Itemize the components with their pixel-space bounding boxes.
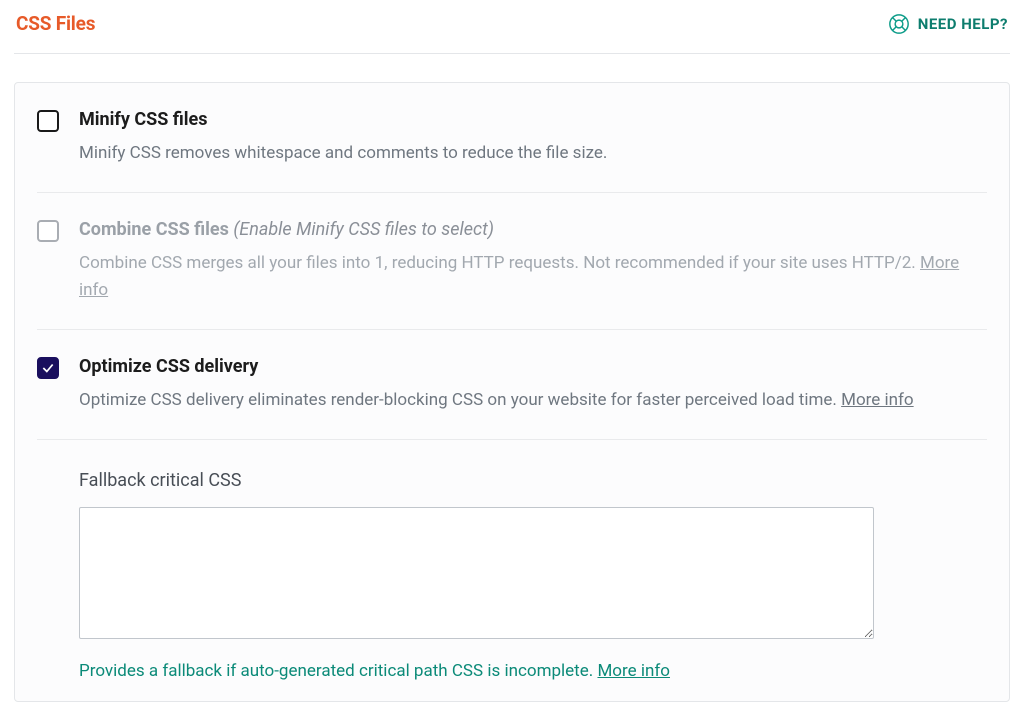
option-minify-css: Minify CSS files Minify CSS removes whit…: [37, 109, 987, 193]
option-description: Combine CSS merges all your files into 1…: [79, 250, 987, 303]
option-body: Optimize CSS delivery Optimize CSS deliv…: [79, 356, 987, 413]
checkmark-icon: [41, 361, 55, 375]
option-title-text: Combine CSS files: [79, 219, 229, 240]
option-description-text: Combine CSS merges all your files into 1…: [79, 253, 916, 273]
need-help-label: NEED HELP?: [918, 15, 1008, 33]
fallback-critical-css-section: Fallback critical CSS Provides a fallbac…: [37, 470, 987, 681]
option-description: Optimize CSS delivery eliminates render-…: [79, 387, 987, 413]
more-info-link[interactable]: More info: [841, 390, 914, 410]
fallback-help-message: Provides a fallback if auto-generated cr…: [79, 661, 593, 681]
option-body: Combine CSS files (Enable Minify CSS fil…: [79, 219, 987, 303]
need-help-link[interactable]: NEED HELP?: [888, 13, 1008, 35]
help-icon: [888, 13, 910, 35]
fallback-label: Fallback critical CSS: [79, 470, 967, 491]
section-title: CSS Files: [16, 12, 95, 35]
option-description-text: Optimize CSS delivery eliminates render-…: [79, 390, 837, 410]
option-title: Minify CSS files: [79, 109, 987, 130]
minify-css-checkbox[interactable]: [37, 110, 59, 132]
option-condition-note: (Enable Minify CSS files to select): [233, 219, 494, 240]
option-description: Minify CSS removes whitespace and commen…: [79, 140, 987, 166]
section-header: CSS Files NEED HELP?: [14, 0, 1010, 54]
option-optimize-css: Optimize CSS delivery Optimize CSS deliv…: [37, 356, 987, 440]
fallback-critical-css-textarea[interactable]: [79, 507, 874, 639]
more-info-link[interactable]: More info: [597, 661, 670, 681]
option-combine-css: Combine CSS files (Enable Minify CSS fil…: [37, 219, 987, 330]
option-title: Combine CSS files (Enable Minify CSS fil…: [79, 219, 987, 240]
option-title: Optimize CSS delivery: [79, 356, 987, 377]
fallback-help-text: Provides a fallback if auto-generated cr…: [79, 661, 967, 681]
optimize-css-checkbox[interactable]: [37, 357, 59, 379]
combine-css-checkbox: [37, 220, 59, 242]
option-body: Minify CSS files Minify CSS removes whit…: [79, 109, 987, 166]
css-options-panel: Minify CSS files Minify CSS removes whit…: [14, 82, 1010, 702]
